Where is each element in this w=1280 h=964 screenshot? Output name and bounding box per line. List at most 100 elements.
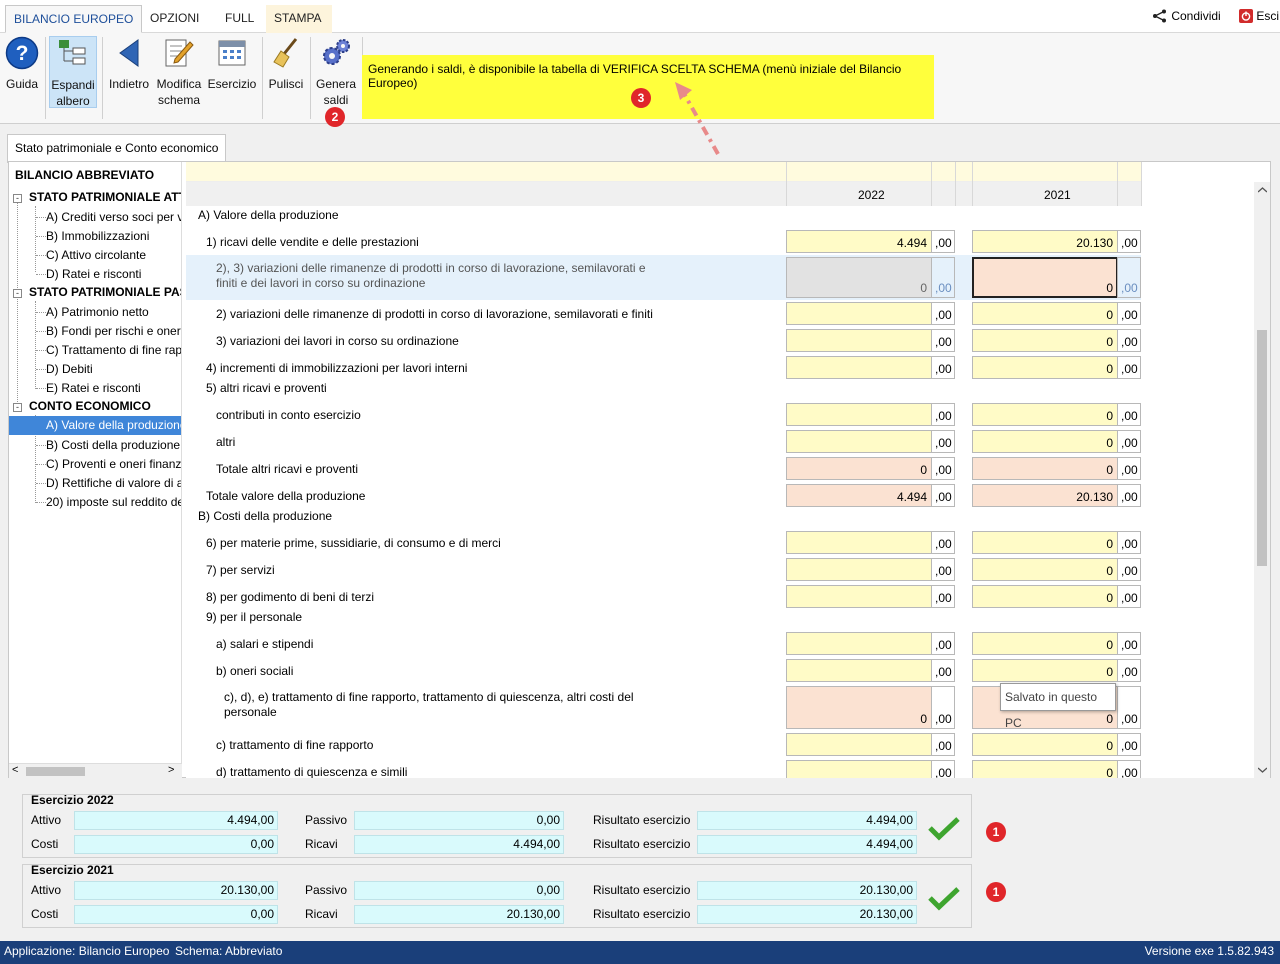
grid-vertical-scrollbar[interactable] <box>1254 182 1270 778</box>
espandi-albero-button[interactable]: Espandi albero <box>49 36 97 108</box>
gears-icon <box>323 39 350 65</box>
collapse-icon[interactable]: - <box>13 194 22 203</box>
status-app: Applicazione: Bilancio Europeo <box>4 944 170 958</box>
tree-item[interactable]: B) Costi della produzione <box>46 436 180 455</box>
value-2022: 4.494 <box>896 236 927 250</box>
pulisci-button[interactable]: Pulisci <box>266 36 306 92</box>
row-label: B) Costi della produzione <box>198 509 333 523</box>
value-2022-cell[interactable] <box>786 733 932 756</box>
row-label: personale <box>224 705 277 719</box>
power-icon <box>1239 9 1253 23</box>
value-2021: 0 <box>1106 564 1113 578</box>
row-label: Totale valore della produzione <box>206 489 366 503</box>
pulisci-label: Pulisci <box>268 77 304 91</box>
tree-expand-icon <box>59 40 86 65</box>
value-2021: 0 <box>1106 591 1113 605</box>
tree-item[interactable]: 20) imposte sul reddito dell'esercizio <box>46 493 181 512</box>
genera-label-1: Genera <box>315 77 357 91</box>
scroll-thumb[interactable] <box>1257 330 1267 566</box>
tree-item[interactable]: A) Crediti verso soci per versamenti anc… <box>46 208 181 227</box>
row-label: c), d), e) trattamento di fine rapporto,… <box>224 690 634 704</box>
calendar-icon <box>218 40 246 66</box>
attivo-label: Attivo <box>31 813 62 827</box>
value-2022-cell[interactable] <box>786 558 932 581</box>
tab-bilancio-europeo[interactable]: BILANCIO EUROPEO <box>5 5 143 33</box>
exit-label: Esci <box>1256 9 1280 23</box>
row-label: 2) variazioni delle rimanenze di prodott… <box>216 307 653 321</box>
scroll-thumb[interactable] <box>26 767 85 776</box>
row-label: 9) per il personale <box>206 610 303 624</box>
value-2021: 0 <box>1106 436 1113 450</box>
risultato-value: 20.130,00 <box>697 881 917 900</box>
tree-item[interactable]: C) Trattamento di fine rapporto <box>46 341 181 360</box>
value-2022-cell[interactable] <box>786 302 932 325</box>
esercizio-button[interactable]: Esercizio <box>207 36 257 92</box>
modifica-schema-button[interactable]: Modifica schema <box>154 36 204 108</box>
value-2021: 0 <box>1106 537 1113 551</box>
exit-button[interactable]: Esci <box>1239 9 1279 23</box>
value-2022-cell[interactable] <box>786 403 932 426</box>
collapse-icon[interactable]: - <box>13 403 22 412</box>
decimal-2021: ,00 <box>1121 665 1138 679</box>
tree-item[interactable]: B) Immobilizzazioni <box>46 227 149 246</box>
tab-stampa[interactable]: STAMPA <box>266 5 332 33</box>
tree-item[interactable]: D) Debiti <box>46 360 93 379</box>
tab-full[interactable]: FULL <box>217 5 262 33</box>
attivo-value: 20.130,00 <box>74 881 278 900</box>
tree-item[interactable]: D) Ratei e risconti <box>46 265 141 284</box>
tree-sp-passivo[interactable]: STATO PATRIMONIALE PASSIVO <box>29 283 181 302</box>
tree-item[interactable]: C) Attivo circolante <box>46 246 146 265</box>
decimal-2022: ,00 <box>935 281 952 295</box>
checkmark-icon <box>928 817 960 841</box>
tree-sp-attivo[interactable]: STATO PATRIMONIALE ATTIVO <box>29 188 181 207</box>
row-label: contributi in conto esercizio <box>216 408 361 422</box>
value-2022-cell[interactable] <box>786 356 932 379</box>
row-label: 8) per godimento di beni di terzi <box>206 590 375 604</box>
decimal-2022: ,00 <box>935 409 952 423</box>
scroll-left-icon[interactable]: < <box>12 764 18 776</box>
scroll-right-icon[interactable]: > <box>168 764 174 776</box>
modifica-label-2: schema <box>157 93 201 107</box>
share-button[interactable]: Condividi <box>1152 9 1221 23</box>
tree-item-selected[interactable]: A) Valore della produzione <box>9 416 181 435</box>
value-2022: 0 <box>920 463 927 477</box>
tree-item[interactable]: D) Rettifiche di valore di attività <box>46 474 181 493</box>
tab-stato-patrimoniale[interactable]: Stato patrimoniale e Conto economico <box>7 134 227 163</box>
tree-item[interactable]: A) Patrimonio netto <box>46 303 149 322</box>
saved-tooltip: Salvato in questo PC <box>1000 683 1116 730</box>
risultato-label: Risultato esercizio <box>593 837 691 851</box>
tree-conto-economico[interactable]: CONTO ECONOMICO <box>29 397 151 416</box>
value-2022-cell[interactable] <box>786 632 932 655</box>
row-label: c) trattamento di fine rapporto <box>216 738 374 752</box>
ribbon-toolbar: ? Guida Espandi albero Indietro Modifica… <box>0 33 1280 124</box>
value-2021: 0 <box>1106 766 1113 778</box>
tab-opzioni[interactable]: OPZIONI <box>142 5 207 33</box>
modifica-label-1: Modifica <box>156 77 202 91</box>
scroll-up-icon[interactable] <box>1258 187 1267 193</box>
tree-item[interactable]: C) Proventi e oneri finanziari <box>46 455 181 474</box>
esercizio-label: Esercizio <box>207 77 257 91</box>
collapse-icon[interactable]: - <box>13 289 22 298</box>
indietro-button[interactable]: Indietro <box>106 36 152 92</box>
scroll-down-icon[interactable] <box>1258 767 1267 773</box>
tree-item[interactable]: E) Ratei e risconti <box>46 379 141 398</box>
summary-esercizio-2021: Esercizio 2021 Attivo 20.130,00 Passivo … <box>22 863 972 928</box>
guida-button[interactable]: ? Guida <box>4 36 40 92</box>
value-2022-cell[interactable] <box>786 760 932 778</box>
value-2021: 0 <box>1106 308 1113 322</box>
tree-horizontal-scrollbar[interactable]: < > <box>9 763 182 778</box>
value-2022-cell[interactable] <box>786 329 932 352</box>
value-2022-cell[interactable] <box>786 531 932 554</box>
decimal-2022: ,00 <box>935 362 952 376</box>
tree-root[interactable]: BILANCIO ABBREVIATO <box>15 166 154 185</box>
value-2022-cell[interactable] <box>786 659 932 682</box>
genera-saldi-button[interactable]: Genera saldi <box>314 36 358 108</box>
tree-item[interactable]: B) Fondi per rischi e oneri <box>46 322 181 341</box>
row-label: 2), 3) variazioni delle rimanenze di pro… <box>216 261 646 275</box>
navigation-tree: BILANCIO ABBREVIATO - STATO PATRIMONIALE… <box>9 162 182 763</box>
value-2021: 0 <box>1106 409 1113 423</box>
value-2022-cell[interactable] <box>786 585 932 608</box>
ribbon-tab-bar: BILANCIO EUROPEO OPZIONI FULL STAMPA Con… <box>0 0 1280 33</box>
status-bar: Applicazione: Bilancio Europeo Schema: A… <box>0 941 1280 964</box>
value-2022-cell[interactable] <box>786 430 932 453</box>
